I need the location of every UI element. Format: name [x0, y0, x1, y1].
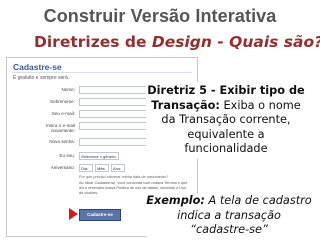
slide-subtitle: Diretrizes de Design - Quais são?	[34, 33, 320, 51]
birthday-row: Aniversário: Dia: Mês: Ano:	[7, 164, 197, 174]
birthday-hint-link[interactable]: Por que preciso informar minha data de n…	[79, 175, 168, 179]
subtitle-italic: Design - Quais são?	[151, 33, 320, 51]
field-label: Insira o e-mail novamente:	[46, 123, 75, 133]
divider	[12, 72, 192, 73]
guideline-text: Diretriz 5 - Exibir tipo de Transação: E…	[146, 82, 306, 159]
slide-title: Construir Versão Interativa	[43, 6, 277, 26]
example-bold: Exemplo:	[146, 194, 205, 207]
month-select[interactable]: Mês:	[95, 164, 109, 172]
year-select[interactable]: Ano:	[111, 164, 125, 172]
sex-label: Eu sou:	[59, 153, 75, 158]
sex-select[interactable]: Selecione o gênero:	[79, 152, 119, 160]
subtitle-plain: Diretrizes de	[34, 33, 152, 51]
field-label: Nova senha:	[49, 139, 75, 144]
example-text: Exemplo: A tela de cadastro indica a tra…	[146, 194, 312, 238]
field-label: Nome:	[61, 87, 75, 92]
signup-title: Cadastre-se	[13, 62, 62, 72]
day-select[interactable]: Dia:	[79, 164, 93, 172]
birthday-label: Aniversário:	[50, 165, 75, 170]
guideline-heading: Diretriz 5 - Exibir tipo de	[147, 84, 305, 97]
arrow-right-icon	[69, 208, 78, 220]
field-label: Sobrenome:	[49, 99, 75, 104]
guideline-bold: Transação:	[151, 98, 220, 112]
field-label: Seu e-mail:	[51, 111, 75, 116]
signup-button[interactable]: Cadastre-se	[79, 209, 121, 221]
signup-subtitle: É gratuito e sempre será.	[13, 75, 70, 81]
